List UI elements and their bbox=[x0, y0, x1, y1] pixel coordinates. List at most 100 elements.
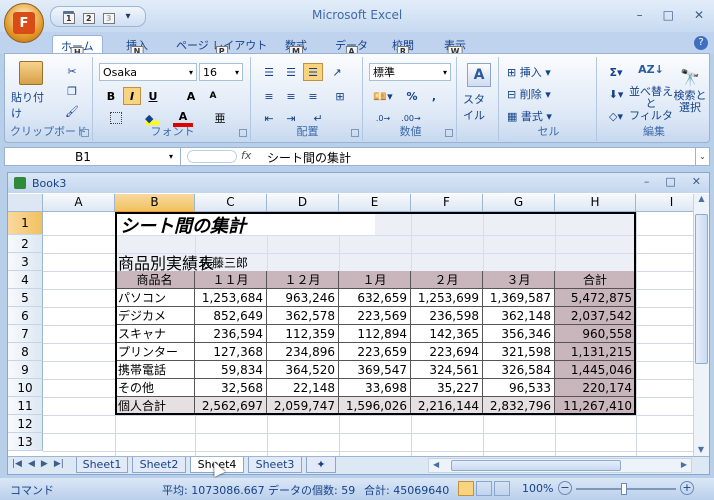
row-header-3[interactable]: 3 bbox=[8, 253, 43, 271]
row-label-cell[interactable]: パソコン bbox=[115, 289, 195, 307]
value-cell[interactable]: 1,131,215 bbox=[555, 343, 636, 361]
value-cell[interactable]: 142,365 bbox=[411, 325, 483, 343]
row-header-11[interactable]: 11 bbox=[8, 397, 43, 415]
tab-formulas[interactable]: 数式M bbox=[281, 35, 311, 57]
page-break-view-button[interactable] bbox=[494, 481, 510, 496]
value-cell[interactable]: 22,148 bbox=[267, 379, 339, 397]
value-cell[interactable]: 223,659 bbox=[339, 343, 411, 361]
sheet-tab-sheet2[interactable]: Sheet2 bbox=[132, 457, 186, 473]
insert-sheet-button[interactable]: ✦ bbox=[306, 457, 336, 473]
zoom-slider-thumb[interactable] bbox=[621, 483, 627, 495]
expand-formula-bar-button[interactable]: ⌄ bbox=[695, 148, 709, 165]
value-cell[interactable]: 963,246 bbox=[267, 289, 339, 307]
workbook-minimize-button[interactable]: – bbox=[644, 175, 650, 188]
font-name-select[interactable]: Osaka ▾ bbox=[99, 63, 197, 81]
zoom-in-button[interactable]: + bbox=[680, 481, 694, 495]
row-label-cell[interactable]: デジカメ bbox=[115, 307, 195, 325]
value-cell[interactable]: 362,578 bbox=[267, 307, 339, 325]
value-cell[interactable]: 369,547 bbox=[339, 361, 411, 379]
value-cell[interactable]: 33,698 bbox=[339, 379, 411, 397]
close-button[interactable]: ✕ bbox=[694, 8, 704, 22]
formula-divider-handle[interactable] bbox=[187, 150, 237, 163]
value-cell[interactable]: 632,659 bbox=[339, 289, 411, 307]
column-header-g[interactable]: G bbox=[483, 194, 555, 212]
format-painter-button[interactable]: 🖌 bbox=[63, 103, 81, 119]
qat-save-button[interactable]: 1 bbox=[59, 9, 77, 25]
row-label-cell[interactable]: 個人合計 bbox=[115, 397, 195, 415]
tab-page-layout[interactable]: ページ レイアウト P bbox=[172, 35, 271, 57]
row-label-cell[interactable]: プリンター bbox=[115, 343, 195, 361]
row-label-cell[interactable]: その他 bbox=[115, 379, 195, 397]
value-cell[interactable]: 1,253,699 bbox=[411, 289, 483, 307]
copy-button[interactable]: ❐ bbox=[63, 83, 81, 99]
next-sheet-button[interactable]: ▶ bbox=[41, 459, 48, 469]
column-header-e[interactable]: E bbox=[339, 194, 411, 212]
cut-button[interactable]: ✂ bbox=[63, 63, 81, 79]
sheet-tab-sheet3[interactable]: Sheet3 bbox=[248, 457, 302, 473]
horizontal-scroll-thumb[interactable] bbox=[451, 460, 621, 471]
value-cell[interactable]: 2,037,542 bbox=[555, 307, 636, 325]
qat-undo-button[interactable]: ↶2 bbox=[79, 9, 97, 25]
value-cell[interactable]: 223,694 bbox=[411, 343, 483, 361]
value-cell[interactable]: 112,894 bbox=[339, 325, 411, 343]
align-center-button[interactable]: ≡ bbox=[281, 87, 301, 105]
sheet-tab-sheet1[interactable]: Sheet1 bbox=[76, 457, 128, 473]
column-header-a[interactable]: A bbox=[43, 194, 115, 212]
qat-customize-button[interactable]: ▾ bbox=[119, 9, 137, 25]
grow-font-button[interactable]: A bbox=[183, 87, 199, 105]
underline-button[interactable]: U bbox=[145, 87, 161, 105]
number-launcher-icon[interactable] bbox=[445, 129, 453, 137]
row-header-13[interactable]: 13 bbox=[8, 433, 43, 451]
prev-sheet-button[interactable]: ◀ bbox=[28, 459, 35, 469]
row-header-8[interactable]: 8 bbox=[8, 343, 43, 361]
percent-button[interactable]: % bbox=[403, 87, 421, 105]
find-select-button[interactable]: 🔭 検索と 選択 bbox=[673, 61, 707, 125]
column-header-f[interactable]: F bbox=[411, 194, 483, 212]
tab-home[interactable]: ホームH bbox=[52, 35, 103, 58]
row-header-9[interactable]: 9 bbox=[8, 361, 43, 379]
alignment-launcher-icon[interactable] bbox=[351, 129, 359, 137]
value-cell[interactable]: 960,558 bbox=[555, 325, 636, 343]
value-cell[interactable]: 236,594 bbox=[195, 325, 267, 343]
column-header-d[interactable]: D bbox=[267, 194, 339, 212]
horizontal-scrollbar[interactable]: ◀ ▶ bbox=[428, 458, 692, 473]
font-launcher-icon[interactable] bbox=[239, 129, 247, 137]
workbook-close-button[interactable]: ✕ bbox=[692, 175, 701, 188]
insert-function-button[interactable]: fx bbox=[241, 149, 251, 162]
tab-data[interactable]: データA bbox=[331, 35, 372, 57]
value-cell[interactable]: 223,569 bbox=[339, 307, 411, 325]
value-cell[interactable]: 326,584 bbox=[483, 361, 555, 379]
value-cell[interactable]: 2,059,747 bbox=[267, 397, 339, 415]
value-cell[interactable]: 2,216,144 bbox=[411, 397, 483, 415]
tab-insert[interactable]: 挿入N bbox=[122, 35, 152, 57]
column-header-i[interactable]: I bbox=[636, 194, 693, 212]
formula-input[interactable]: シート間の集計 bbox=[267, 149, 351, 166]
row-label-cell[interactable]: 携帯電話 bbox=[115, 361, 195, 379]
value-cell[interactable]: 59,834 bbox=[195, 361, 267, 379]
currency-button[interactable]: 💴▾ bbox=[369, 87, 397, 105]
value-cell[interactable]: 11,267,410 bbox=[555, 397, 636, 415]
row-header-4[interactable]: 4 bbox=[8, 271, 43, 289]
merge-center-button[interactable]: ⊞ bbox=[327, 87, 353, 105]
maximize-button[interactable]: □ bbox=[663, 8, 674, 22]
number-format-select[interactable]: 標準 ▾ bbox=[369, 63, 451, 81]
first-sheet-button[interactable]: |◀ bbox=[12, 459, 22, 469]
sort-filter-button[interactable]: AZ↓ 並べ替えと フィルタ bbox=[629, 61, 673, 125]
zoom-out-button[interactable]: − bbox=[558, 481, 572, 495]
value-cell[interactable]: 1,445,046 bbox=[555, 361, 636, 379]
zoom-slider[interactable] bbox=[576, 483, 676, 495]
help-icon[interactable]: ? bbox=[694, 36, 708, 50]
value-cell[interactable]: 2,562,697 bbox=[195, 397, 267, 415]
value-cell[interactable]: 362,148 bbox=[483, 307, 555, 325]
row-label-cell[interactable]: スキャナ bbox=[115, 325, 195, 343]
value-cell[interactable]: 852,649 bbox=[195, 307, 267, 325]
office-button[interactable]: F bbox=[4, 3, 44, 43]
value-cell[interactable]: 96,533 bbox=[483, 379, 555, 397]
fill-button[interactable]: ⬇▾ bbox=[603, 85, 629, 103]
row-header-5[interactable]: 5 bbox=[8, 289, 43, 307]
paste-button[interactable]: 貼り付け bbox=[11, 61, 51, 121]
orientation-button[interactable]: ↗ bbox=[327, 63, 347, 81]
row-header-1[interactable]: 1 bbox=[8, 212, 43, 235]
qat-redo-button[interactable]: ↷3 bbox=[99, 9, 117, 25]
tab-review[interactable]: 校閲R bbox=[388, 35, 418, 57]
